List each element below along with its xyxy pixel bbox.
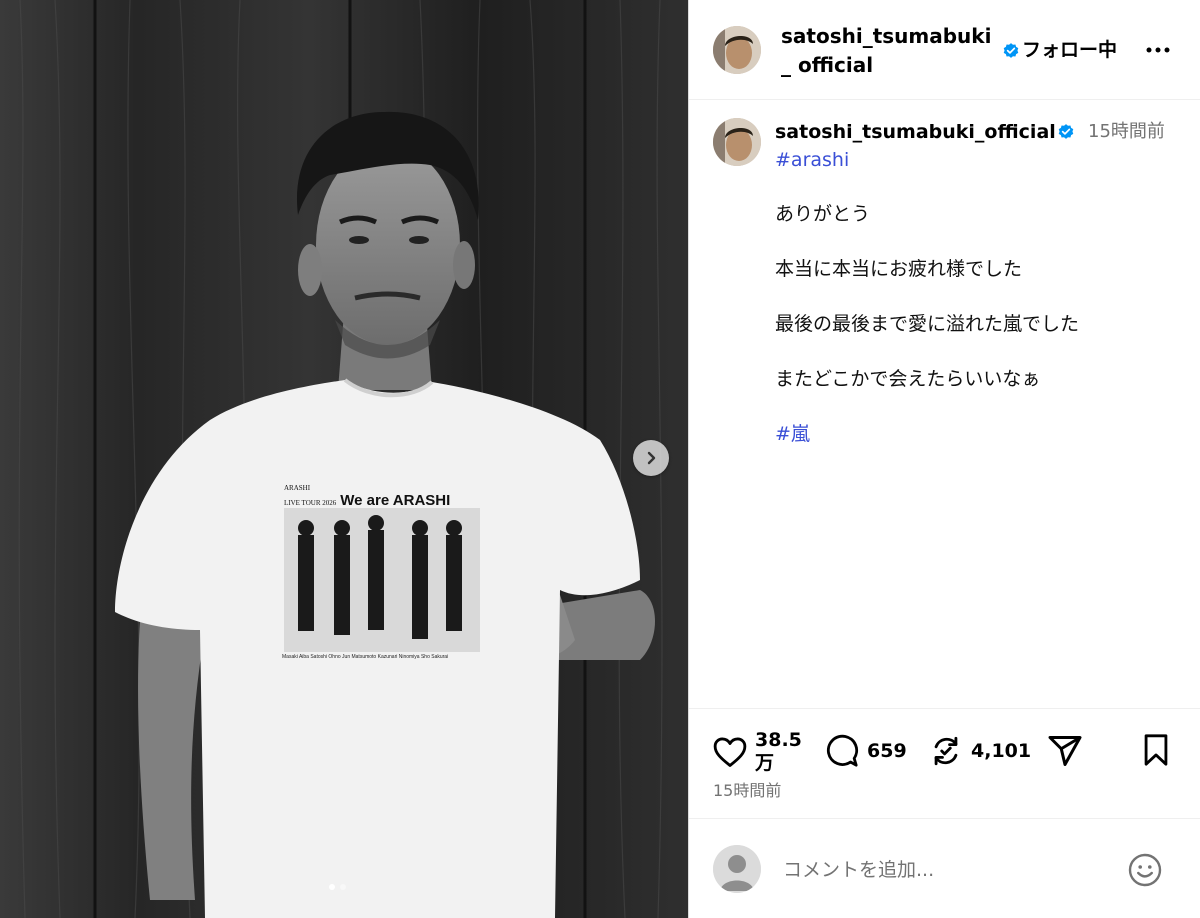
shirt-print-title: ARASHI LIVE TOUR 2026 We are ARASHI <box>284 484 484 509</box>
caption-line: またどこかで会えたらいいなぁ <box>775 368 1041 390</box>
following-button[interactable]: フォロー中 <box>1022 36 1117 64</box>
post-header: satoshi_tsumabuki_ official フォロー中 <box>689 0 1200 100</box>
avatar-image <box>713 26 761 74</box>
caption-timestamp[interactable]: 15時間前 <box>1088 118 1165 146</box>
more-options-button[interactable] <box>1144 38 1172 62</box>
comment-count[interactable]: 659 <box>867 739 907 763</box>
caption-line: ありがとう <box>775 203 871 225</box>
repost-action[interactable]: 4,101 <box>929 734 1031 768</box>
action-bar: 38.5 万 659 4,101 15時間前 <box>689 708 1200 818</box>
save-action[interactable] <box>1141 733 1171 767</box>
caption-hashtag-link[interactable]: #arashi <box>775 146 849 174</box>
verified-badge-icon <box>1058 124 1074 139</box>
carousel-dot-1 <box>329 884 335 890</box>
post-photo <box>0 0 688 918</box>
comment-input[interactable] <box>781 853 1115 887</box>
bookmark-icon[interactable] <box>1141 733 1171 767</box>
post-viewer: ARASHI LIVE TOUR 2026 We are ARASHI Masa… <box>0 0 1200 918</box>
heart-icon[interactable] <box>713 736 747 768</box>
header-username[interactable]: satoshi_tsumabuki_ official <box>781 22 995 80</box>
carousel-indicator <box>329 884 346 890</box>
emoji-button[interactable] <box>1127 852 1163 888</box>
current-user-avatar <box>713 845 761 893</box>
author-avatar[interactable] <box>713 26 761 74</box>
shirt-print-tour: LIVE TOUR 2026 <box>284 499 337 507</box>
share-action[interactable] <box>1047 733 1083 769</box>
like-action[interactable]: 38.5 万 <box>713 729 807 775</box>
like-count[interactable]: 38.5 万 <box>755 729 807 775</box>
caption-area: satoshi_tsumabuki_official 15時間前 #arashi… <box>689 100 1200 708</box>
post-media[interactable]: ARASHI LIVE TOUR 2026 We are ARASHI Masa… <box>0 0 688 918</box>
avatar-image <box>713 118 761 166</box>
chevron-right-icon <box>647 451 656 465</box>
comment-bubble-icon[interactable] <box>825 734 859 768</box>
comment-action[interactable]: 659 <box>825 734 907 768</box>
caption-username[interactable]: satoshi_tsumabuki_official <box>775 118 1056 146</box>
caption-end-hashtag-link[interactable]: #嵐 <box>775 420 810 448</box>
shirt-print-big: We are ARASHI <box>340 492 451 509</box>
repost-count[interactable]: 4,101 <box>971 739 1031 763</box>
shirt-print-names: Masaki Aiba Satoshi Ohno Jun Matsumoto K… <box>282 654 449 660</box>
shirt-print-small: ARASHI <box>284 484 311 492</box>
more-horizontal-icon <box>1146 47 1170 53</box>
comment-composer <box>689 818 1200 918</box>
post-timestamp[interactable]: 15時間前 <box>713 780 781 802</box>
repost-icon[interactable] <box>929 734 963 768</box>
verified-badge-icon <box>1003 43 1019 58</box>
default-avatar-icon <box>713 845 761 893</box>
caption-line: 最後の最後まで愛に溢れた嵐でした <box>775 313 1080 335</box>
smile-emoji-icon[interactable] <box>1127 852 1163 888</box>
carousel-dot-2 <box>340 884 346 890</box>
carousel-next-button[interactable] <box>633 440 669 476</box>
post-side-panel: satoshi_tsumabuki_ official フォロー中 satosh… <box>688 0 1200 918</box>
share-send-icon[interactable] <box>1047 733 1083 769</box>
caption-author-avatar[interactable] <box>713 118 761 166</box>
caption-line: 本当に本当にお疲れ様でした <box>775 258 1023 280</box>
